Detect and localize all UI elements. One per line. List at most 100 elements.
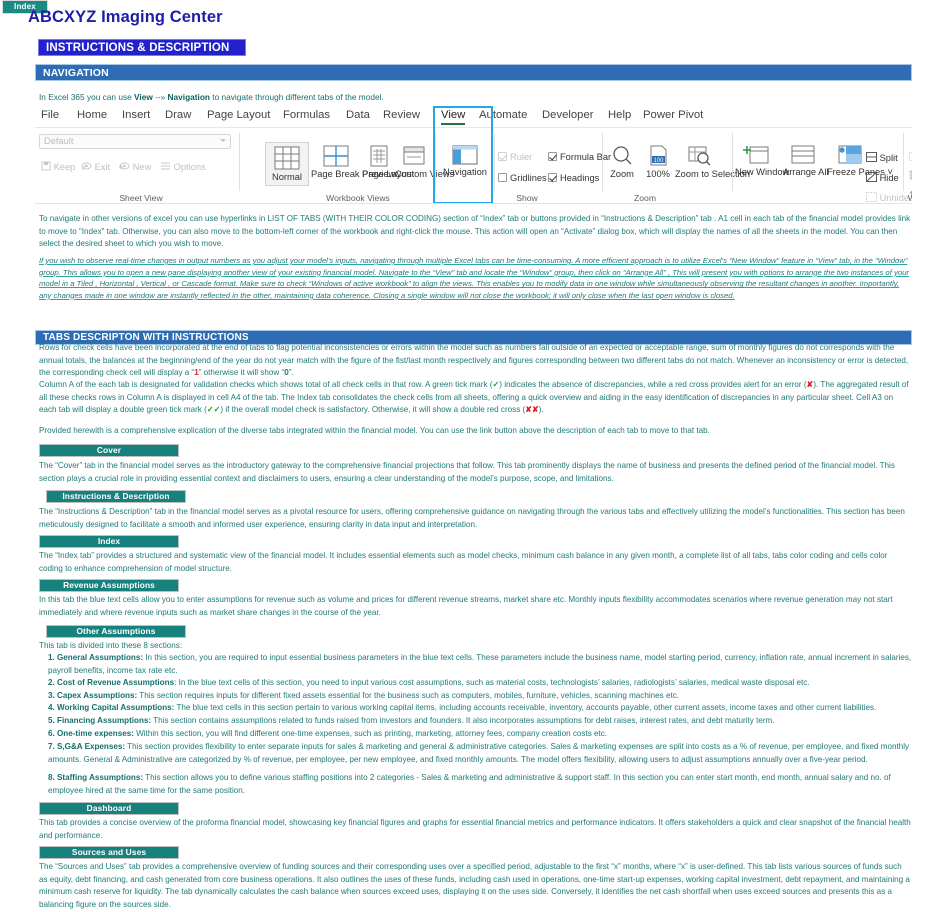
page-break-preview-icon [323,145,349,167]
p4-part-b: ) indicates the absence of discrepancies… [499,380,807,389]
other-assumption-item-6-text: Within this section, you will find diffe… [133,729,608,738]
ribbon-tab-help[interactable]: Help [608,109,631,121]
double-red-cross-icon: ✘✘ [525,405,539,415]
checkbox-icon [548,173,557,182]
navigation-intro-text: In Excel 365 you can use View --» Naviga… [39,91,639,104]
new-window-icon [743,146,769,164]
zoom-100-percent-icon: 100 [650,145,667,166]
other-assumption-item-2: 2. Cost of Revenue Assumptions: In the b… [48,677,912,690]
sheet-view-combo[interactable]: Default [39,134,231,149]
workbook-view-page-layout-button[interactable]: Page Layout [362,145,414,180]
other-assumption-item-6: 6. One-time expenses: Within this sectio… [48,728,912,741]
other-assumption-item-1-title: 1. General Assumptions: [48,653,144,662]
show-ruler-checkbox[interactable]: Ruler [498,152,532,162]
tab-link-cover[interactable]: Cover [39,444,179,457]
ribbon-tab-power-pivot[interactable]: Power Pivot [643,109,703,121]
sheet-view-exit-button[interactable]: Exit [81,161,110,172]
other-assumption-item-2-text: : In the blue text cells of this section… [174,678,810,687]
other-assumption-item-7-title: 7. S,G&A Expenses: [48,742,126,751]
arrange-all-button[interactable]: Arrange All [783,145,828,178]
zoom-button[interactable]: Zoom [605,145,639,180]
tab-desc-other-assumptions: This tab is divided into these 8 section… [39,641,183,650]
other-assumption-item-3-title: 3. Capex Assumptions: [48,691,138,700]
ribbon-tab-home[interactable]: Home [77,109,107,121]
ribbon-tab-automate[interactable]: Automate [479,109,527,121]
navigation-button[interactable]: Navigation [439,145,491,178]
show-ruler-label: Ruler [510,152,533,162]
zoom-to-selection-button[interactable]: Zoom to Selection [675,145,750,180]
section-header-navigation: NAVIGATION [35,64,912,81]
other-assumption-item-5-title: 5. Financing Assumptions: [48,716,152,725]
sheet-view-new-button[interactable]: New [119,161,151,172]
ribbon-tab-view[interactable]: View [441,109,466,125]
page-title: ABCXYZ Imaging Center [28,8,223,26]
workbook-view-normal-button[interactable]: Normal [265,142,309,186]
ribbon-tab-formulas[interactable]: Formulas [283,109,330,121]
window-extra-icon-1[interactable]: 🗋 [909,150,912,166]
other-assumption-item-8-title: 8. Staffing Assumptions: [48,773,144,782]
tab-link-index[interactable]: Index [39,535,179,548]
new-window-label: New Window [735,167,790,177]
group-label-show: Show [516,193,538,203]
zoom-magnifier-icon [613,146,632,165]
tab-link-other-assumptions[interactable]: Other Assumptions [46,625,186,638]
show-gridlines-checkbox[interactable]: Gridlines [498,173,547,183]
other-assumption-item-8-text: This section allows you to define variou… [48,773,891,795]
show-headings-label: Headings [560,173,600,183]
new-window-button[interactable]: New Window [735,145,789,178]
group-label-sheet-view: Sheet View [119,193,163,203]
other-assumption-item-5-text: This section contains assumptions relate… [151,716,775,725]
nav-intro-navigation-bold: Navigation [167,92,210,102]
zoom-to-selection-icon [688,146,711,166]
tab-link-dashboard[interactable]: Dashboard [39,802,179,815]
tabs-paragraph-checks: Rows for check cells have been incorpora… [39,342,912,380]
tab-desc-revenue-assumptions: In this tab the blue text cells allow yo… [39,595,893,617]
p3-part-b: ” otherwise it will show “ [198,368,285,378]
window-split-button[interactable]: Split [866,152,898,163]
split-icon [866,152,877,162]
p3-part-a: Rows for check cells have been incorpora… [39,343,909,378]
zoom-100-button[interactable]: 100 100% [642,145,674,180]
ribbon-tab-draw[interactable]: Draw [165,109,191,121]
freeze-panes-icon [838,145,862,164]
sheet-view-options-button[interactable]: Options [161,161,206,172]
ribbon-tab-data[interactable]: Data [346,109,370,121]
other-assumption-item-4-text: The blue text cells in this section pert… [174,703,877,712]
group-label-zoom: Zoom [634,193,656,203]
group-label-workbook-views: Workbook Views [326,193,390,203]
tab-desc-cover: The “Cover” tab in the financial model s… [39,461,895,483]
workbook-view-page-break-button[interactable]: Page Break Preview [311,145,395,180]
window-extra-icon-2[interactable]: ⟦ [909,170,912,181]
ribbon-tab-page-layout[interactable]: Page Layout [207,109,270,121]
tabs-paragraph-column-a: Column A of the each tab is designated f… [39,379,912,417]
tab-link-instructions-description[interactable]: Instructions & Description [46,490,186,503]
window-split-label: Split [879,153,898,163]
tab-link-sources-and-uses[interactable]: Sources and Uses [39,846,179,859]
tab-desc-index: The “Index tab” provides a structured an… [39,551,888,573]
show-gridlines-label: Gridlines [510,173,547,183]
ribbon-tab-insert[interactable]: Insert [122,109,150,121]
sheet-view-new-label: New [132,162,152,172]
tab-desc-sources-and-uses: The “Sources and Uses” tab provides a co… [39,862,910,909]
spreadsheet-page: Index ABCXYZ Imaging Center INSTRUCTIONS… [0,0,950,912]
other-assumption-item-3-text: This section requires inputs for differe… [137,691,680,700]
sheet-view-exit-label: Exit [94,162,111,172]
exit-eye-icon [81,162,92,171]
sheet-view-keep-button[interactable]: Keep [41,161,75,172]
tab-link-revenue-assumptions[interactable]: Revenue Assumptions [39,579,179,592]
ribbon-tab-review[interactable]: Review [383,109,420,121]
show-headings-checkbox[interactable]: Headings [548,173,599,183]
ribbon-tab-file[interactable]: File [41,109,59,121]
other-assumption-item-1-text: In this section, you are required to inp… [48,653,912,675]
normal-view-icon [274,146,300,170]
hide-icon [866,172,877,182]
sheet-view-combo-value: Default [44,136,74,146]
window-hide-button[interactable]: Hide [866,172,899,183]
navigation-pane-icon [452,145,478,165]
ribbon-tab-developer[interactable]: Developer [542,109,594,121]
double-green-tick-icon: ✓✓ [206,405,221,415]
checkbox-icon [498,152,507,161]
arrange-all-icon [791,145,815,164]
workbook-view-custom-views-button[interactable]: Custom Views [395,145,454,180]
other-assumption-item-8: 8. Staffing Assumptions: This section al… [48,772,912,797]
